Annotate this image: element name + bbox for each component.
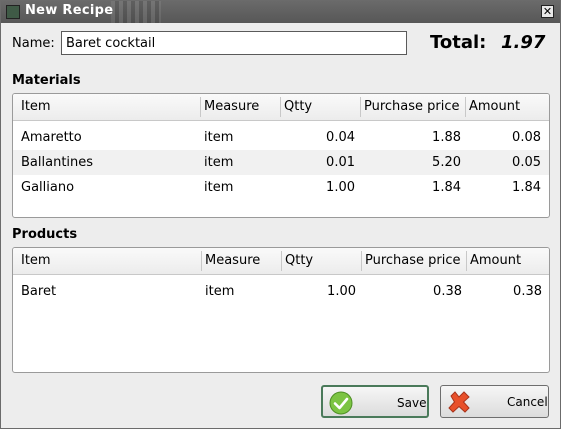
column-header-amount[interactable]: Amount bbox=[470, 253, 521, 268]
column-header-qtty[interactable]: Qtty bbox=[284, 99, 312, 114]
products-table[interactable]: Item Measure Qtty Purchase price Amount … bbox=[12, 247, 550, 373]
materials-table-header: Item Measure Qtty Purchase price Amount bbox=[13, 94, 549, 121]
column-divider[interactable] bbox=[281, 251, 282, 271]
cell-amount: 0.38 bbox=[513, 284, 542, 299]
name-label: Name: bbox=[12, 36, 55, 51]
table-row[interactable]: Baret item 1.00 0.38 0.38 bbox=[13, 279, 549, 304]
column-header-amount[interactable]: Amount bbox=[469, 99, 520, 114]
save-button-label: Save bbox=[397, 396, 427, 410]
column-header-measure[interactable]: Measure bbox=[204, 99, 259, 114]
cell-item: Ballantines bbox=[21, 155, 94, 170]
title-bar[interactable]: New Recipe ✕ bbox=[1, 1, 560, 23]
close-button[interactable]: ✕ bbox=[541, 5, 554, 18]
cell-measure: item bbox=[204, 155, 234, 170]
column-divider[interactable] bbox=[201, 251, 202, 271]
new-recipe-dialog: New Recipe ✕ Name: Total: 1.97 Materials… bbox=[0, 0, 561, 429]
title-bar-pattern bbox=[111, 1, 161, 23]
cell-qtty: 0.01 bbox=[326, 155, 355, 170]
table-row[interactable]: Amaretto item 0.04 1.88 0.08 bbox=[13, 125, 549, 150]
cell-purchase-price: 1.88 bbox=[432, 130, 461, 145]
name-input[interactable] bbox=[61, 31, 407, 55]
cell-measure: item bbox=[205, 284, 235, 299]
products-table-header: Item Measure Qtty Purchase price Amount bbox=[13, 248, 549, 275]
cell-purchase-price: 5.20 bbox=[432, 155, 461, 170]
cell-purchase-price: 0.38 bbox=[433, 284, 462, 299]
cell-item: Baret bbox=[21, 284, 57, 299]
checkmark-icon bbox=[329, 391, 353, 415]
column-header-purchase-price[interactable]: Purchase price bbox=[365, 253, 461, 268]
products-title: Products bbox=[12, 227, 78, 242]
cell-qtty: 1.00 bbox=[327, 284, 356, 299]
cell-qtty: 0.04 bbox=[326, 130, 355, 145]
table-row[interactable]: Galliano item 1.00 1.84 1.84 bbox=[13, 175, 549, 200]
materials-title: Materials bbox=[12, 73, 81, 88]
save-button[interactable]: Save bbox=[321, 385, 429, 418]
cross-icon bbox=[448, 391, 470, 413]
close-icon: ✕ bbox=[542, 5, 553, 18]
total-value: 1.97 bbox=[501, 32, 546, 53]
column-divider[interactable] bbox=[360, 97, 361, 117]
cancel-button[interactable]: Cancel bbox=[440, 385, 549, 418]
cell-measure: item bbox=[204, 130, 234, 145]
column-divider[interactable] bbox=[465, 97, 466, 117]
cell-qtty: 1.00 bbox=[326, 180, 355, 195]
column-header-item[interactable]: Item bbox=[21, 253, 51, 268]
cell-amount: 1.84 bbox=[512, 180, 541, 195]
cancel-button-label: Cancel bbox=[507, 395, 548, 409]
column-header-item[interactable]: Item bbox=[21, 99, 51, 114]
column-header-measure[interactable]: Measure bbox=[205, 253, 260, 268]
window-title: New Recipe bbox=[25, 3, 114, 18]
column-header-qtty[interactable]: Qtty bbox=[285, 253, 313, 268]
window-icon bbox=[6, 5, 20, 19]
column-header-purchase-price[interactable]: Purchase price bbox=[364, 99, 460, 114]
column-divider[interactable] bbox=[280, 97, 281, 117]
cell-item: Galliano bbox=[21, 180, 75, 195]
column-divider[interactable] bbox=[361, 251, 362, 271]
cell-amount: 0.08 bbox=[512, 130, 541, 145]
column-divider[interactable] bbox=[200, 97, 201, 117]
cell-item: Amaretto bbox=[21, 130, 82, 145]
materials-table[interactable]: Item Measure Qtty Purchase price Amount … bbox=[12, 93, 550, 218]
total-label: Total: bbox=[430, 32, 487, 53]
cell-measure: item bbox=[204, 180, 234, 195]
column-divider[interactable] bbox=[466, 251, 467, 271]
cell-amount: 0.05 bbox=[512, 155, 541, 170]
table-row[interactable]: Ballantines item 0.01 5.20 0.05 bbox=[13, 150, 549, 175]
cell-purchase-price: 1.84 bbox=[432, 180, 461, 195]
